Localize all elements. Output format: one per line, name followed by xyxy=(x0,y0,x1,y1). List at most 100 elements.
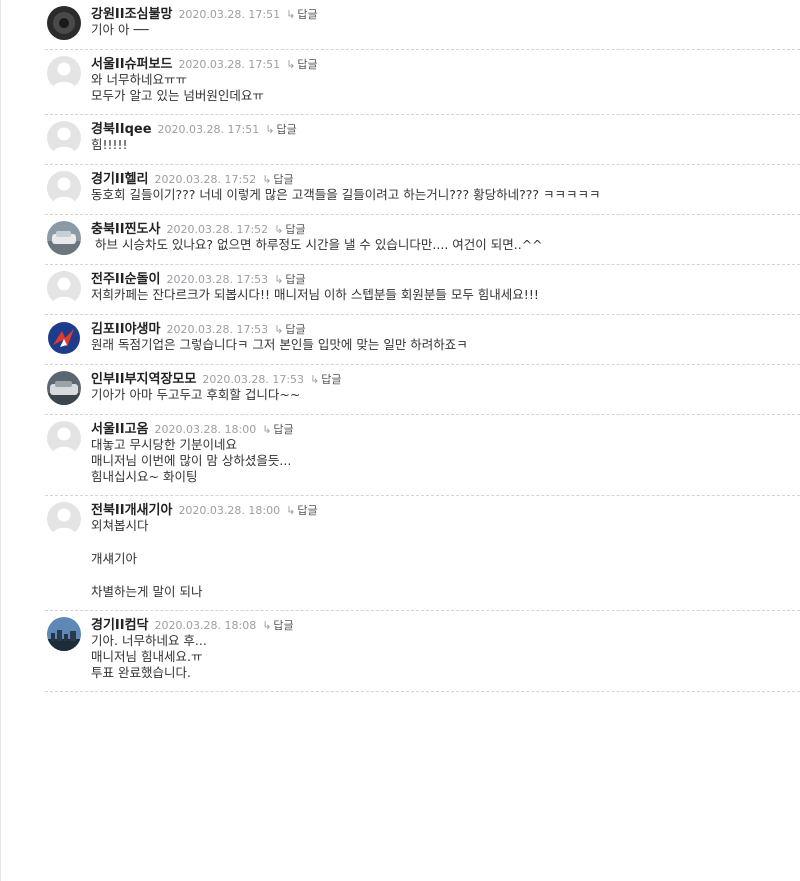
default-avatar-icon[interactable] xyxy=(47,271,81,305)
comment-meta: 충북II찐도사 2020.03.28. 17:52 ↳ 답글 xyxy=(91,219,800,237)
reply-label: 답글 xyxy=(273,173,294,186)
comment-author[interactable]: 김포II야생마 xyxy=(91,322,160,337)
comment-author[interactable]: 서울II고옴 xyxy=(91,422,149,437)
default-avatar-icon[interactable] xyxy=(47,171,81,205)
comment-author[interactable]: 강원II조심불망 xyxy=(91,7,172,22)
comment-author[interactable]: 서울II슈퍼보드 xyxy=(91,57,172,72)
comment-text: 외쳐봅시다개섀기아차별하는게 말이 되나 xyxy=(91,518,800,600)
comment-line: 기아 아 ── xyxy=(91,22,149,37)
reply-label: 답글 xyxy=(285,273,306,286)
reply-button[interactable]: ↳ 답글 xyxy=(262,423,293,436)
reply-button[interactable]: ↳ 답글 xyxy=(265,123,296,136)
comment-text: 기아. 너무하네요 후... 매니저님 힘내세요.ㅠ 투표 완료했습니다. xyxy=(91,633,800,681)
default-avatar-icon[interactable] xyxy=(47,121,81,155)
comment-date: 2020.03.28. 18:00 xyxy=(154,423,257,436)
comment-date: 2020.03.28. 17:53 xyxy=(166,323,269,336)
comment-author[interactable]: 충북II찐도사 xyxy=(91,222,160,237)
comment-text: 저희카페는 잔다르크가 되봅시다!! 매니저님 이하 스텝분들 회원분들 모두 … xyxy=(91,287,800,303)
default-avatar-icon[interactable] xyxy=(47,502,81,536)
comment-text: 와 너무하네요ㅠㅠ 모두가 알고 있는 넘버원인데요ㅠ xyxy=(91,72,800,104)
reply-arrow-icon: ↳ xyxy=(262,619,272,632)
comment-line: 동호회 길들이기??? 너네 이렇게 많은 고객들을 길들이려고 하는거니???… xyxy=(91,187,601,202)
comment-text: 기아가 아마 두고두고 후회할 겁니다~~ xyxy=(91,387,800,403)
comment-meta: 경북IIqee 2020.03.28. 17:51 ↳ 답글 xyxy=(91,119,800,137)
comment-meta: 서울II고옴 2020.03.28. 18:00 ↳ 답글 xyxy=(91,419,800,437)
comment-item: 김포II야생마 2020.03.28. 17:53 ↳ 답글 원래 독점기업은 그렇습니… xyxy=(45,315,800,365)
comment-meta: 경기II헬리 2020.03.28. 17:52 ↳ 답글 xyxy=(91,169,800,187)
comment-line: 매니저님 힘내세요.ㅠ xyxy=(91,649,203,664)
comment-text: 동호회 길들이기??? 너네 이렇게 많은 고객들을 길들이려고 하는거니???… xyxy=(91,187,800,203)
comment-line: 기아가 아마 두고두고 후회할 겁니다~~ xyxy=(91,387,301,402)
reply-button[interactable]: ↳ 답글 xyxy=(274,223,305,236)
comment-author[interactable]: 경북IIqee xyxy=(91,122,152,137)
reply-button[interactable]: ↳ 답글 xyxy=(286,504,317,517)
comment-list: 강원II조심불망 2020.03.28. 17:51 ↳ 답글 기아 아 ── 서울II슈… xyxy=(0,0,800,692)
reply-button[interactable]: ↳ 답글 xyxy=(274,273,305,286)
comment-line: 대놓고 무시당한 기분이네요 xyxy=(91,437,237,452)
comment-author[interactable]: 인부II부지역장모모 xyxy=(91,372,196,387)
reply-button[interactable]: ↳ 답글 xyxy=(310,373,341,386)
reply-label: 답글 xyxy=(285,323,306,336)
reply-arrow-icon: ↳ xyxy=(310,373,320,386)
reply-button[interactable]: ↳ 답글 xyxy=(262,173,293,186)
comment-line: 매니저님 이번에 많이 맘 상하셨을듯... xyxy=(91,453,292,468)
comment-text: 힘!!!!! xyxy=(91,137,800,153)
comment-line: 투표 완료했습니다. xyxy=(91,665,191,680)
comment-item: 경북IIqee 2020.03.28. 17:51 ↳ 답글힘!!!!! xyxy=(45,115,800,165)
comment-item: 경기II헬리 2020.03.28. 17:52 ↳ 답글 동호회 길들이기??? 너네… xyxy=(45,165,800,215)
reply-label: 답글 xyxy=(297,504,318,517)
reply-arrow-icon: ↳ xyxy=(286,58,296,71)
comment-line: 모두가 알고 있는 넘버원인데요ㅠ xyxy=(91,88,264,103)
user-avatar[interactable] xyxy=(47,617,81,651)
comment-text: 원래 독점기업은 그렇습니다ㅋ 그저 본인들 입맛에 맞는 일만 하려하죠ㅋ xyxy=(91,337,800,353)
comment-item: 강원II조심불망 2020.03.28. 17:51 ↳ 답글기아 아 ── xyxy=(45,0,800,50)
comment-author[interactable]: 경기II헬리 xyxy=(91,172,149,187)
reply-button[interactable]: ↳ 답글 xyxy=(274,323,305,336)
reply-label: 답글 xyxy=(321,373,342,386)
default-avatar-icon[interactable] xyxy=(47,421,81,455)
reply-button[interactable]: ↳ 답글 xyxy=(286,8,317,21)
comment-author[interactable]: 전주II순돌이 xyxy=(91,272,160,287)
comment-line: 외쳐봅시다 xyxy=(91,518,149,533)
comment-line: 힘내십시요~ 화이팅 xyxy=(91,469,198,484)
comment-item: 경기II컴닥 2020.03.28. 18:08 ↳ 답글 기아. 너무하네요 후...… xyxy=(45,611,800,692)
reply-arrow-icon: ↳ xyxy=(262,423,272,436)
reply-label: 답글 xyxy=(297,58,318,71)
reply-label: 답글 xyxy=(273,619,294,632)
reply-button[interactable]: ↳ 답글 xyxy=(262,619,293,632)
comment-line: 저희카페는 잔다르크가 되봅시다!! 매니저님 이하 스텝분들 회원분들 모두 … xyxy=(91,287,539,302)
reply-label: 답글 xyxy=(297,8,318,21)
comment-item: 전북II개새기아 2020.03.28. 18:00 ↳ 답글외쳐봅시다개섀기아차별하… xyxy=(45,496,800,611)
comment-text: 대놓고 무시당한 기분이네요 매니저님 이번에 많이 맘 상하셨을듯... 힘내십시… xyxy=(91,437,800,485)
comment-meta: 전북II개새기아 2020.03.28. 18:00 ↳ 답글 xyxy=(91,500,800,518)
comment-date: 2020.03.28. 17:51 xyxy=(178,58,281,71)
reply-arrow-icon: ↳ xyxy=(265,123,275,136)
default-avatar-icon[interactable] xyxy=(47,56,81,90)
comment-date: 2020.03.28. 17:53 xyxy=(166,273,269,286)
user-avatar[interactable] xyxy=(47,321,81,355)
comment-date: 2020.03.28. 18:08 xyxy=(154,619,257,632)
reply-label: 답글 xyxy=(276,123,297,136)
reply-arrow-icon: ↳ xyxy=(286,504,296,517)
comment-line: 개섀기아 xyxy=(91,551,138,566)
comment-date: 2020.03.28. 18:00 xyxy=(178,504,281,517)
comment-meta: 김포II야생마 2020.03.28. 17:53 ↳ 답글 xyxy=(91,319,800,337)
comment-author[interactable]: 경기II컴닥 xyxy=(91,618,149,633)
comment-line: 기아. 너무하네요 후... xyxy=(91,633,207,648)
comment-date: 2020.03.28. 17:51 xyxy=(178,8,281,21)
user-avatar[interactable] xyxy=(47,221,81,255)
reply-label: 답글 xyxy=(273,423,294,436)
comment-text: 하브 시승차도 있나요? 없으면 하루정도 시간을 낼 수 있습니다만.... … xyxy=(91,237,800,253)
reply-button[interactable]: ↳ 답글 xyxy=(286,58,317,71)
comment-line: 힘!!!!! xyxy=(91,137,128,152)
comment-meta: 서울II슈퍼보드 2020.03.28. 17:51 ↳ 답글 xyxy=(91,54,800,72)
user-avatar[interactable] xyxy=(47,6,81,40)
comment-date: 2020.03.28. 17:51 xyxy=(157,123,260,136)
comment-line: 하브 시승차도 있나요? 없으면 하루정도 시간을 낼 수 있습니다만.... … xyxy=(91,237,543,252)
comment-meta: 전주II순돌이 2020.03.28. 17:53 ↳ 답글 xyxy=(91,269,800,287)
comment-item: 서울II고옴 2020.03.28. 18:00 ↳ 답글 대놓고 무시당한 기분이네요… xyxy=(45,415,800,496)
comment-line: 차별하는게 말이 되나 xyxy=(91,584,203,599)
comment-author[interactable]: 전북II개새기아 xyxy=(91,503,172,518)
user-avatar[interactable] xyxy=(47,371,81,405)
comment-item: 서울II슈퍼보드 2020.03.28. 17:51 ↳ 답글 와 너무하네요ㅠㅠ 모두가… xyxy=(45,50,800,115)
